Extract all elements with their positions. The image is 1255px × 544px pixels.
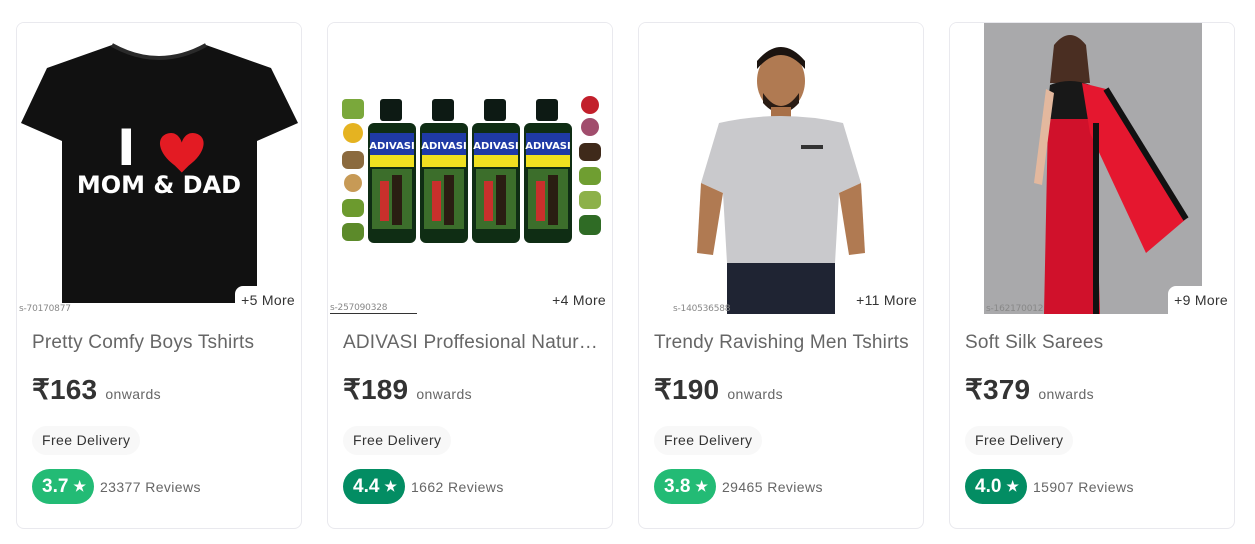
free-delivery-badge: Free Delivery [654, 426, 763, 455]
tshirt-image: I MOM & DAD [21, 43, 298, 303]
rating-badge: 3.8 ★ [654, 469, 716, 504]
price-onwards-label: onwards [1038, 386, 1095, 402]
more-variants-badge[interactable]: +11 More [850, 286, 923, 314]
price-row: ₹190 onwards [654, 373, 783, 406]
price-row: ₹189 onwards [343, 373, 472, 406]
product-title[interactable]: ADIVASI Proffesional Natural Herbal Hair… [343, 332, 599, 354]
rating-badge: 3.7 ★ [32, 469, 94, 504]
product-sku: s-257090328 [330, 303, 418, 314]
product-card[interactable]: s-140536588 +11 More Trendy Ravishing Me… [638, 22, 924, 529]
product-price: ₹379 [965, 374, 1031, 405]
men-tshirt-image [697, 47, 865, 314]
price-row: ₹163 onwards [32, 373, 161, 406]
hair-oil-image: ADIVASI ADIVASI ADIVASI ADIVASI [342, 96, 601, 243]
product-image[interactable]: I MOM & DAD s-70170877 +5 More [17, 23, 301, 314]
product-sku: s-162170012 [986, 304, 1044, 314]
rating-row: 4.0 ★ 15907 Reviews [965, 469, 1134, 504]
star-icon: ★ [384, 478, 397, 494]
free-delivery-badge: Free Delivery [343, 426, 452, 455]
price-row: ₹379 onwards [965, 373, 1094, 406]
review-count: 29465 Reviews [721, 478, 823, 495]
svg-text:ADIVASI: ADIVASI [525, 141, 570, 152]
rating-badge: 4.0 ★ [965, 469, 1027, 504]
tshirt-caption: MOM & DAD [77, 171, 241, 199]
rating-row: 3.7 ★ 23377 Reviews [32, 469, 201, 504]
tshirt-letter-i: I [117, 119, 136, 177]
rating-row: 3.8 ★ 29465 Reviews [654, 469, 823, 504]
rating-value: 4.4 [353, 475, 380, 497]
product-price: ₹190 [654, 374, 720, 405]
price-onwards-label: onwards [416, 386, 473, 402]
svg-text:ADIVASI: ADIVASI [421, 141, 466, 152]
product-price: ₹163 [32, 374, 98, 405]
product-title[interactable]: Soft Silk Sarees [965, 332, 1221, 354]
product-card[interactable]: ADIVASI ADIVASI ADIVASI ADIVASI s-257090… [327, 22, 613, 529]
rating-value: 3.7 [42, 475, 69, 497]
price-onwards-label: onwards [727, 386, 784, 402]
more-variants-badge[interactable]: +4 More [546, 286, 612, 314]
star-icon: ★ [695, 478, 708, 494]
star-icon: ★ [1006, 478, 1019, 494]
product-title[interactable]: Trendy Ravishing Men Tshirts [654, 332, 910, 354]
svg-text:ADIVASI: ADIVASI [369, 141, 414, 152]
product-image[interactable]: s-140536588 +11 More [639, 23, 923, 314]
star-icon: ★ [73, 478, 86, 494]
review-count: 15907 Reviews [1032, 478, 1134, 495]
review-count: 23377 Reviews [99, 478, 201, 495]
free-delivery-badge: Free Delivery [965, 426, 1074, 455]
rating-row: 4.4 ★ 1662 Reviews [343, 469, 504, 504]
product-card[interactable]: I MOM & DAD s-70170877 +5 More Pretty Co… [16, 22, 302, 529]
product-grid: I MOM & DAD s-70170877 +5 More Pretty Co… [0, 0, 1255, 544]
product-price: ₹189 [343, 374, 409, 405]
product-sku: s-70170877 [19, 304, 71, 314]
oil-bottles: ADIVASI ADIVASI ADIVASI ADIVASI [368, 99, 572, 243]
herb-right-column [579, 96, 601, 235]
rating-value: 3.8 [664, 475, 691, 497]
product-image[interactable]: ADIVASI ADIVASI ADIVASI ADIVASI s-257090… [328, 23, 612, 314]
price-onwards-label: onwards [105, 386, 162, 402]
product-sku: s-140536588 [673, 304, 731, 314]
product-image[interactable]: s-162170012 +9 More [950, 23, 1234, 314]
more-variants-badge[interactable]: +5 More [235, 286, 301, 314]
svg-text:ADIVASI: ADIVASI [473, 141, 518, 152]
product-title[interactable]: Pretty Comfy Boys Tshirts [32, 332, 288, 354]
review-count: 1662 Reviews [410, 478, 504, 495]
free-delivery-badge: Free Delivery [32, 426, 141, 455]
herb-left-column [342, 99, 364, 241]
rating-value: 4.0 [975, 475, 1002, 497]
product-card[interactable]: s-162170012 +9 More Soft Silk Sarees ₹37… [949, 22, 1235, 529]
saree-image [984, 23, 1202, 314]
rating-badge: 4.4 ★ [343, 469, 405, 504]
more-variants-badge[interactable]: +9 More [1168, 286, 1234, 314]
